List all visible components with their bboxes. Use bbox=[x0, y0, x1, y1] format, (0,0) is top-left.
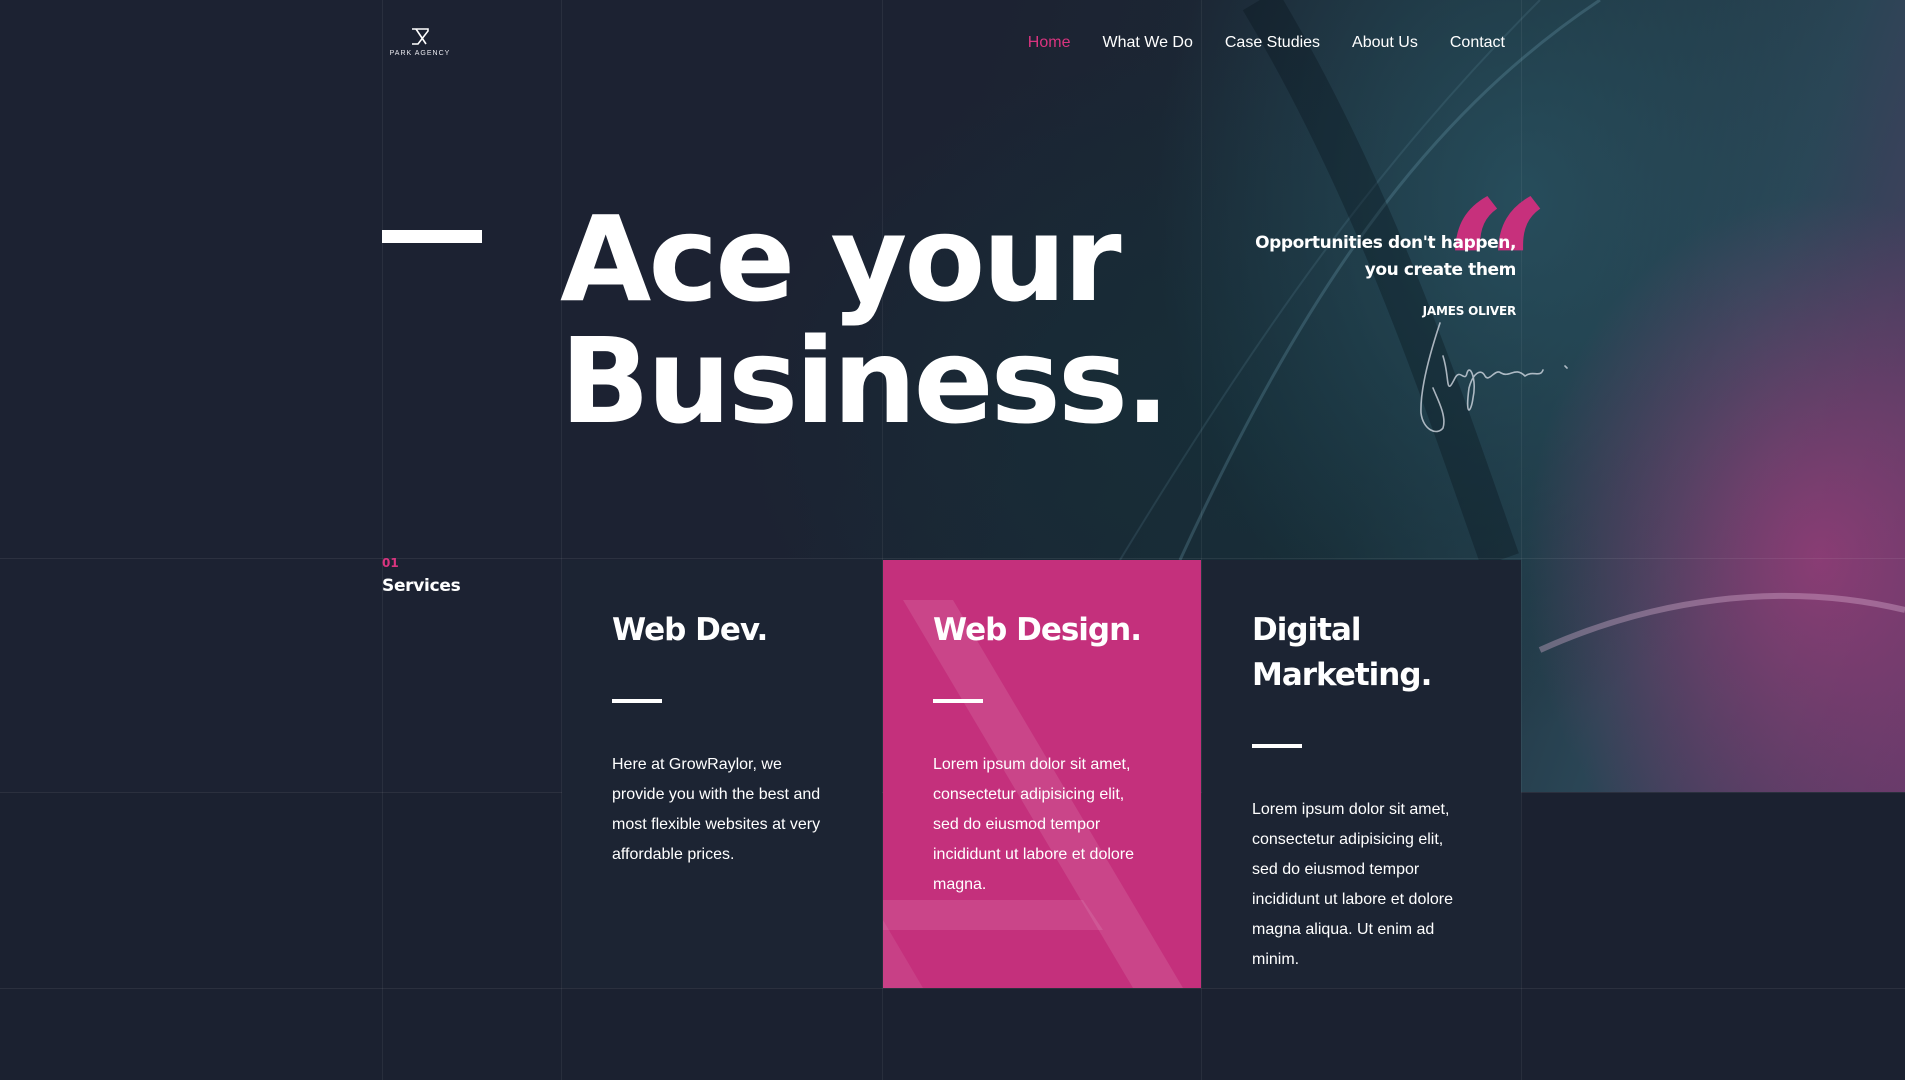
nav-item-home[interactable]: Home bbox=[1028, 34, 1071, 52]
card-title: Web Design. bbox=[933, 612, 1142, 648]
card-divider bbox=[612, 699, 662, 703]
brand-logo[interactable]: PARK AGENCY bbox=[385, 26, 455, 60]
main-nav: Home What We Do Case Studies About Us Co… bbox=[1028, 34, 1505, 52]
hero-headline-line1: Ace your bbox=[560, 190, 1122, 328]
logo-text: PARK AGENCY bbox=[389, 50, 451, 57]
nav-item-contact[interactable]: Contact bbox=[1450, 34, 1505, 52]
hero-accent-dash bbox=[382, 230, 482, 243]
quote-line-2: you create them bbox=[1364, 260, 1517, 280]
hero-headline: Ace your Business. bbox=[560, 198, 1170, 442]
grid-line bbox=[0, 988, 1905, 989]
quote-line-1: Opportunities don't happen, bbox=[1255, 233, 1516, 253]
card-title: Digital Marketing. bbox=[1252, 608, 1432, 698]
section-number: 01 bbox=[382, 556, 399, 570]
nav-item-case-studies[interactable]: Case Studies bbox=[1225, 34, 1320, 52]
service-card-web-design[interactable]: Web Design. Lorem ipsum dolor sit amet, … bbox=[883, 560, 1201, 988]
card-body: Lorem ipsum dolor sit amet, consectetur … bbox=[933, 756, 1135, 893]
grid-line bbox=[382, 0, 383, 1080]
nav-item-about-us[interactable]: About Us bbox=[1352, 34, 1418, 52]
logo-mark-icon bbox=[412, 28, 429, 45]
hero-headline-line2: Business. bbox=[560, 312, 1170, 450]
card-divider bbox=[1252, 744, 1302, 748]
card-title: Web Dev. bbox=[612, 612, 768, 648]
card-body: Here at GrowRaylor, we provide you with … bbox=[612, 756, 821, 863]
grid-line bbox=[0, 558, 1905, 559]
quote-author: JAMES OLIVER bbox=[1422, 304, 1517, 318]
service-card-web-dev[interactable]: Web Dev. Here at GrowRaylor, we provide … bbox=[562, 560, 882, 988]
card-body: Lorem ipsum dolor sit amet, consectetur … bbox=[1252, 801, 1454, 968]
card-title-line1: Digital bbox=[1252, 612, 1362, 648]
card-divider bbox=[933, 699, 983, 703]
card-title-line2: Marketing. bbox=[1252, 657, 1432, 693]
nav-item-what-we-do[interactable]: What We Do bbox=[1102, 34, 1192, 52]
signature-image bbox=[1420, 322, 1568, 433]
section-title: Services bbox=[382, 576, 461, 596]
quote-text: Opportunities don't happen, you create t… bbox=[1255, 230, 1516, 284]
service-card-digital-marketing[interactable]: Digital Marketing. Lorem ipsum dolor sit… bbox=[1202, 560, 1521, 988]
